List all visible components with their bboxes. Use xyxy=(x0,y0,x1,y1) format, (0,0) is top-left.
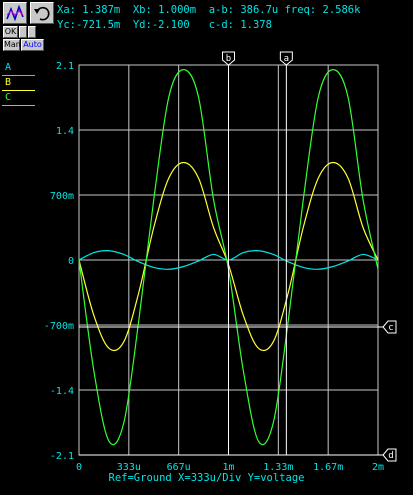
plot-area[interactable]: 0 333u 667u 1m 1.33m 1.67m 2m2.11.4700m0-700m-… xyxy=(0,0,413,495)
cursor-readout-line2: Yc:-721.5m Yd:-2.100 c-d: 1.378 xyxy=(57,19,272,31)
y-tick-label: 700m xyxy=(50,191,74,202)
cursor-b-label: b xyxy=(226,54,231,64)
waveform-icon[interactable] xyxy=(3,2,27,24)
manual-button[interactable]: Man xyxy=(3,39,21,51)
cursor-d-label: d xyxy=(388,451,393,461)
legend-swatch-b xyxy=(2,90,35,91)
legend-swatch-c xyxy=(2,105,35,106)
y-tick-label: -1.4 xyxy=(50,386,74,397)
y-tick-label: -700m xyxy=(44,321,74,332)
auto-button[interactable]: Auto xyxy=(21,39,44,51)
scroll-left-button[interactable] xyxy=(19,26,27,38)
y-tick-label: -2.1 xyxy=(50,451,74,462)
y-tick-label: 2.1 xyxy=(56,61,74,72)
toolbar: OK Man Auto xyxy=(0,0,56,52)
legend-label-a[interactable]: A xyxy=(5,62,11,73)
legend-label-c[interactable]: C xyxy=(5,92,11,103)
legend-swatch-a xyxy=(2,75,35,76)
ok-button[interactable]: OK xyxy=(3,26,18,38)
footer-status: Ref=Ground X=333u/Div Y=voltage xyxy=(108,472,305,484)
cursor-readout-line1: Xa: 1.387m Xb: 1.000m a-b: 386.7u freq: … xyxy=(57,4,361,16)
legend-label-b[interactable]: B xyxy=(5,77,11,88)
y-tick-label: 1.4 xyxy=(56,126,74,137)
undo-icon[interactable] xyxy=(30,2,54,24)
scroll-right-button[interactable] xyxy=(28,26,36,38)
cursor-c-label: c xyxy=(388,323,393,333)
cursor-a-label: a xyxy=(284,54,289,64)
y-tick-label: 0 xyxy=(68,256,74,267)
